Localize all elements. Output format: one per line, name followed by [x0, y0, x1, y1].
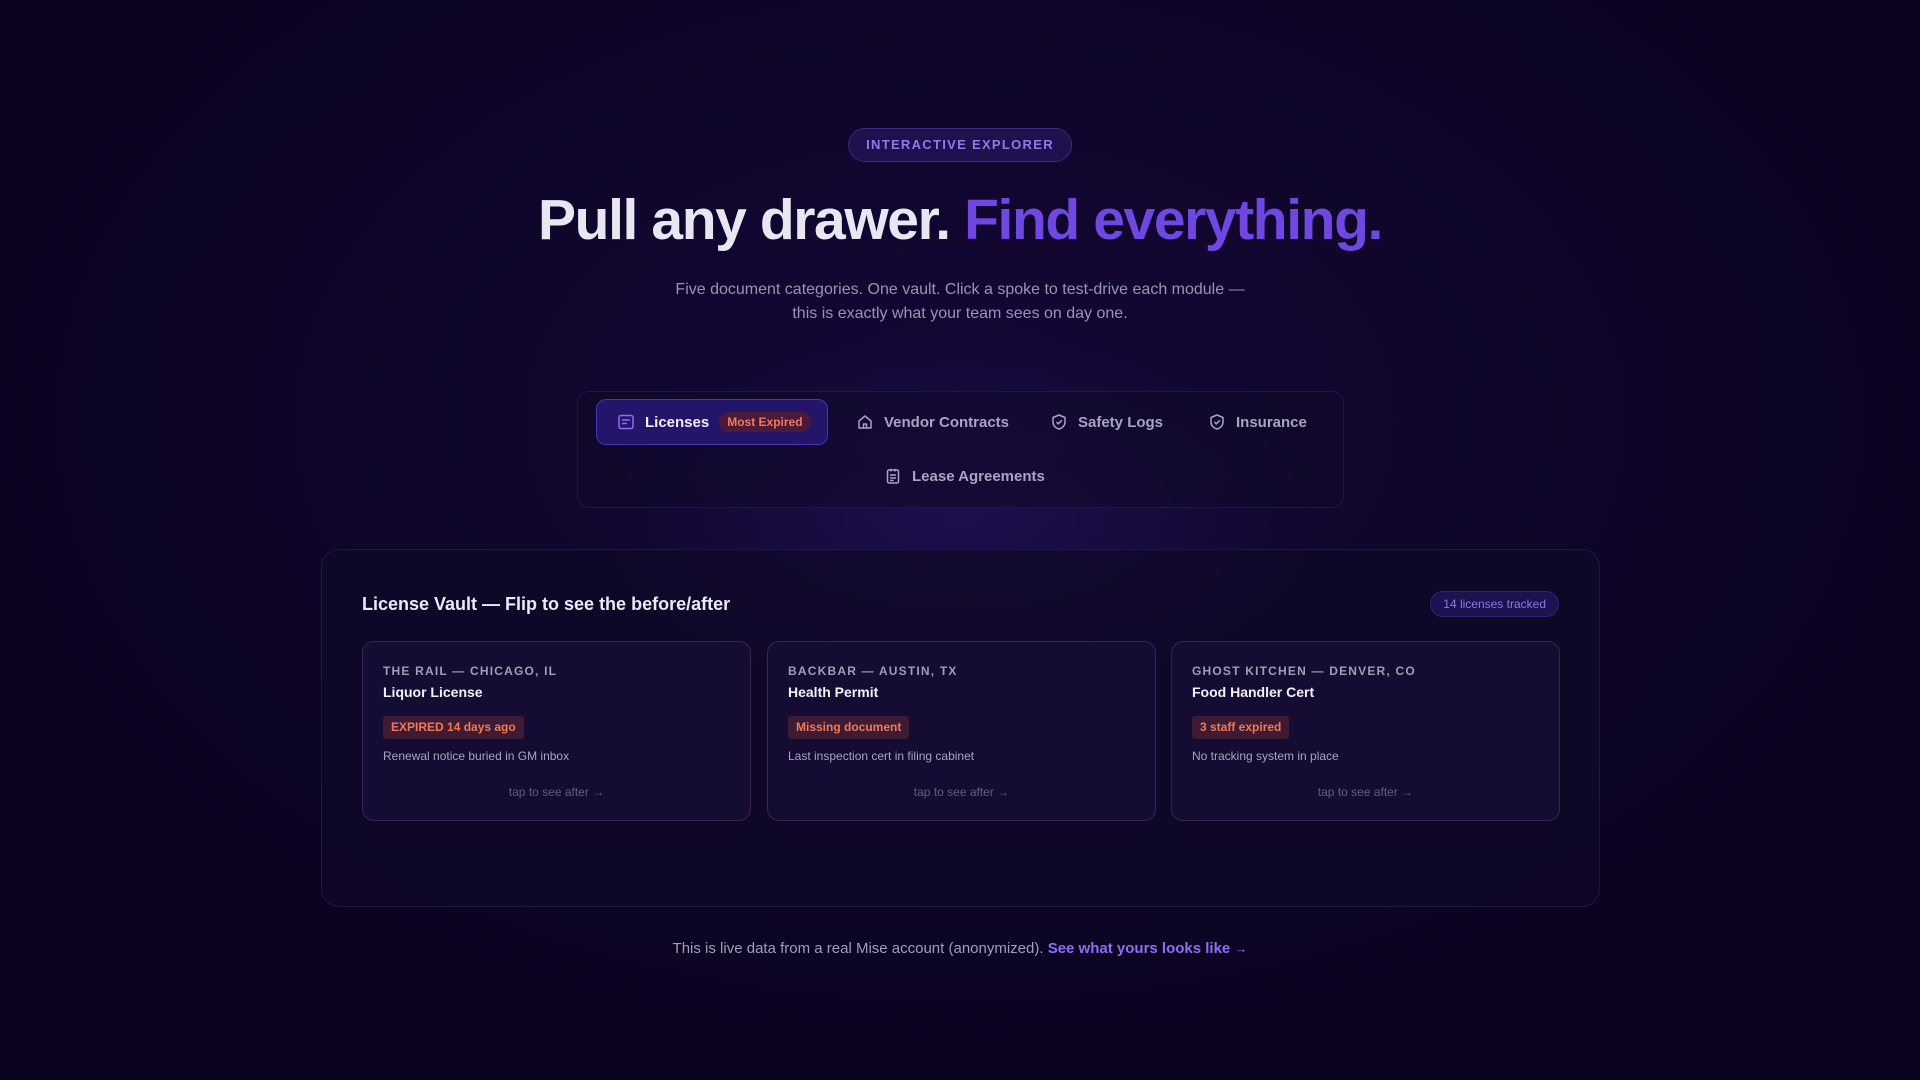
- arrow-right-icon: →: [1234, 941, 1248, 956]
- cta-label: See what yours looks like: [1047, 940, 1231, 957]
- card-location: BACKBAR — AUSTIN, TX: [788, 664, 958, 678]
- tab-lease-agreements[interactable]: Lease Agreements: [884, 453, 1045, 499]
- card-flip-hint: tap to see after →: [1317, 785, 1414, 799]
- card-document-name: Liquor License: [383, 684, 483, 700]
- tab-label: Safety Logs: [1078, 413, 1164, 431]
- card-location: THE RAIL — CHICAGO, IL: [383, 664, 558, 678]
- card-note: Renewal notice buried in GM inbox: [383, 749, 570, 763]
- card-note: Last inspection cert in filing cabinet: [788, 749, 975, 763]
- subtitle-line-1: Five document categories. One vault. Cli…: [675, 281, 1245, 298]
- tab-insurance[interactable]: Insurance: [1208, 399, 1307, 445]
- shield-check-icon: [1052, 414, 1066, 430]
- subtitle-line-2: this is exactly what your team sees on d…: [792, 305, 1128, 322]
- most-expired-badge: Most Expired: [719, 412, 811, 432]
- footer-text: This is live data from a real Mise accou…: [672, 940, 1044, 957]
- headline-accent: Find everything.: [964, 188, 1383, 252]
- card-status-badge: EXPIRED 14 days ago: [383, 716, 524, 739]
- footer-note: This is live data from a real Mise accou…: [0, 940, 1920, 957]
- card-document-name: Health Permit: [788, 684, 879, 700]
- tab-vendor-contracts[interactable]: Vendor Contracts: [856, 399, 1009, 445]
- tab-label: Vendor Contracts: [884, 413, 1010, 431]
- card-status-badge: 3 staff expired: [1192, 716, 1290, 739]
- explorer-page: INTERACTIVE EXPLORER Pull any drawer. Fi…: [0, 0, 1920, 1080]
- card-flip-hint: tap to see after →: [913, 785, 1010, 799]
- home-icon: [858, 415, 872, 429]
- page-title: Pull any drawer. Find everything.: [0, 184, 1920, 256]
- tab-label: Lease Agreements: [912, 467, 1045, 485]
- vault-title: License Vault — Flip to see the before/a…: [362, 594, 731, 614]
- shield-check-icon: [1210, 414, 1224, 430]
- page-subtitle: Five document categories. One vault. Cli…: [660, 278, 1260, 326]
- card-note: No tracking system in place: [1192, 749, 1339, 763]
- category-tabs: Licenses Most Expired Vendor Contracts S…: [577, 391, 1344, 508]
- license-card-ghost-kitchen[interactable]: GHOST KITCHEN — DENVER, CO Food Handler …: [1171, 641, 1560, 821]
- tab-label: Licenses: [645, 413, 710, 431]
- headline-plain: Pull any drawer.: [538, 188, 951, 252]
- card-document-name: Food Handler Cert: [1192, 684, 1315, 700]
- tab-label: Insurance: [1236, 413, 1307, 431]
- see-yours-link[interactable]: See what yours looks like: [1048, 940, 1231, 957]
- eyebrow-badge: INTERACTIVE EXPLORER: [848, 128, 1072, 162]
- tab-safety-logs[interactable]: Safety Logs: [1050, 399, 1163, 445]
- card-flip-hint: tap to see after →: [508, 785, 605, 799]
- license-vault-panel: License Vault — Flip to see the before/a…: [321, 549, 1600, 907]
- card-location: GHOST KITCHEN — DENVER, CO: [1192, 664, 1416, 678]
- tab-licenses[interactable]: Licenses Most Expired: [596, 399, 828, 445]
- license-card-backbar[interactable]: BACKBAR — AUSTIN, TX Health Permit Missi…: [767, 641, 1156, 821]
- card-status-badge: Missing document: [788, 716, 910, 739]
- license-icon: [618, 414, 634, 430]
- license-card-the-rail[interactable]: THE RAIL — CHICAGO, IL Liquor License EX…: [362, 641, 751, 821]
- licenses-tracked-badge: 14 licenses tracked: [1430, 591, 1559, 617]
- clipboard-icon: [886, 468, 900, 484]
